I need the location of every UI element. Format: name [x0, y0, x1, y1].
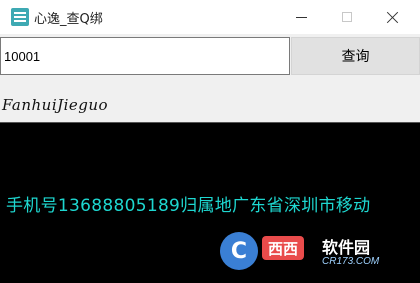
phone-number-input[interactable] — [0, 37, 290, 75]
watermark-name: 软件园 — [322, 238, 371, 257]
app-icon — [11, 8, 29, 26]
result-label: FanhuiJieguo — [2, 96, 109, 114]
watermark-icon: C — [220, 232, 258, 270]
maximize-icon — [342, 12, 352, 22]
close-icon — [387, 11, 399, 23]
result-text: 手机号13688805189归属地广东省深圳市移动 — [6, 196, 371, 216]
watermark-domain: CR173.COM — [322, 256, 380, 267]
window-title: 心逸_查Q绑 — [34, 12, 103, 27]
query-button[interactable]: 查询 — [291, 37, 420, 75]
watermark-logo: C 西西 软件园 CR173.COM — [218, 230, 408, 276]
minimize-button[interactable] — [278, 0, 324, 34]
minimize-icon — [295, 16, 307, 18]
maximize-button[interactable] — [324, 0, 370, 34]
title-bar: 心逸_查Q绑 — [0, 0, 420, 34]
close-button[interactable] — [370, 0, 416, 34]
watermark-badge: 西西 — [262, 236, 305, 260]
